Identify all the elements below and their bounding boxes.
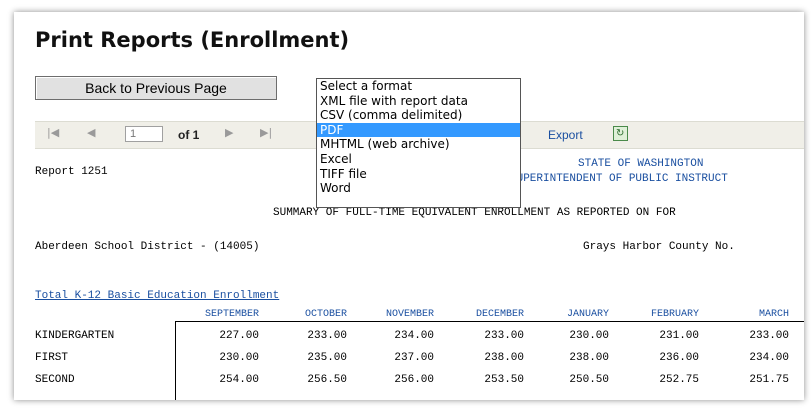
enrollment-cell: 233.00 [484,330,524,342]
district-name: Aberdeen School District - (14005) [35,241,260,253]
grade-label: FIRST [35,352,69,364]
enrollment-cell: 250.50 [569,374,609,386]
next-page-icon[interactable]: ▶ [225,126,233,139]
back-button[interactable]: Back to Previous Page [35,76,277,100]
month-header: OCTOBER [304,309,347,320]
enrollment-cell: 253.50 [484,374,524,386]
format-option[interactable]: Word [317,181,520,196]
enrollment-cell: 254.00 [219,374,259,386]
enrollment-cell: 230.00 [219,352,259,364]
enrollment-cell: 233.00 [749,330,789,342]
table-top-border [175,321,804,322]
enrollment-cell: 237.00 [394,352,434,364]
grade-label: SECOND [35,374,75,386]
enrollment-cell: 235.00 [307,352,347,364]
format-option[interactable]: CSV (comma delimited) [317,108,520,123]
enrollment-cell: 234.00 [749,352,789,364]
month-header: DECEMBER [475,309,524,320]
format-option[interactable]: XML file with report data [317,94,520,109]
enrollment-cell: 252.75 [659,374,699,386]
format-option[interactable]: Excel [317,152,520,167]
table-left-border [175,321,176,400]
last-page-icon[interactable]: ▶| [260,126,272,139]
grade-label: KINDERGARTEN [35,330,115,342]
enrollment-cell: 227.00 [219,330,259,342]
enrollment-cell: 236.00 [659,352,699,364]
enrollment-cell: 251.75 [749,374,789,386]
page-title: Print Reports (Enrollment) [35,28,350,52]
export-link[interactable]: Export [548,128,583,142]
section-title: Total K-12 Basic Education Enrollment [35,290,280,302]
county-name: Grays Harbor County No. [583,241,735,253]
agency-line-1: STATE OF WASHINGTON [578,158,704,170]
month-header: FEBRUARY [650,309,699,320]
page-count-label: of 1 [178,128,200,142]
report-id: Report 1251 [35,166,108,178]
enrollment-cell: 234.00 [394,330,434,342]
enrollment-cell: 231.00 [659,330,699,342]
previous-page-icon[interactable]: ◀ [87,126,95,139]
enrollment-cell: 238.00 [569,352,609,364]
report-summary-title: SUMMARY OF FULL-TIME EQUIVALENT ENROLLME… [273,207,676,219]
export-format-dropdown[interactable]: Select a format XML file with report data… [316,78,521,208]
enrollment-cell: 233.00 [307,330,347,342]
format-option[interactable]: MHTML (web archive) [317,137,520,152]
format-option[interactable]: TIFF file [317,167,520,182]
refresh-icon[interactable]: ↻ [613,126,628,141]
agency-line-2: SUPERINTENDENT OF PUBLIC INSTRUCT [510,173,728,185]
month-header: SEPTEMBER [204,309,259,320]
format-option[interactable]: PDF [317,122,520,138]
report-viewer-window: Print Reports (Enrollment) Back to Previ… [14,12,804,400]
month-header: MARCH [758,309,789,320]
month-header: JANUARY [566,309,609,320]
enrollment-cell: 238.00 [484,352,524,364]
enrollment-cell: 256.50 [307,374,347,386]
enrollment-cell: 230.00 [569,330,609,342]
month-header: NOVEMBER [385,309,434,320]
format-option[interactable]: Select a format [317,79,520,94]
page-number-input[interactable]: 1 [125,126,163,142]
first-page-icon[interactable]: |◀ [47,126,59,139]
enrollment-cell: 256.00 [394,374,434,386]
